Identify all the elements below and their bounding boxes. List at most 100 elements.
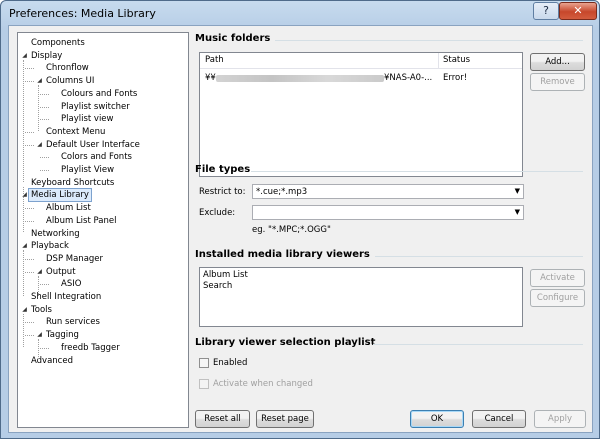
- viewers-heading: Installed media library viewers: [195, 249, 370, 260]
- restrict-to-value: *.cue;*.mp3: [256, 187, 308, 197]
- tree-item-label: freedb Tagger: [61, 342, 120, 353]
- tree-connector: [25, 258, 34, 260]
- tree-item[interactable]: Album List Panel: [35, 215, 118, 227]
- help-button[interactable]: ?: [533, 2, 559, 20]
- tree-item[interactable]: ◢ Default User Interface: [35, 139, 142, 151]
- tree-item[interactable]: ◢ Media Library: [20, 188, 92, 203]
- expand-arrow-icon[interactable]: ◢: [35, 139, 44, 151]
- selection-playlist-separator: [373, 344, 583, 345]
- tree-item-label: Components: [31, 38, 85, 48]
- tree-item[interactable]: Chronflow: [35, 62, 91, 74]
- chevron-down-icon[interactable]: ▼: [515, 208, 520, 216]
- tree-guide-line: [38, 85, 39, 131]
- exclude-example-hint: eg. "*.MPC;*.OGG": [252, 225, 331, 235]
- column-header-path[interactable]: Path: [205, 55, 224, 65]
- activate-when-changed-label[interactable]: Activate when changed: [213, 379, 313, 389]
- tree-item[interactable]: Playlist view: [50, 113, 116, 125]
- tree-connector: [25, 322, 34, 324]
- tree-item[interactable]: ◢ Tagging: [35, 329, 81, 341]
- list-item[interactable]: Search: [203, 281, 232, 291]
- tree-guide-line: [23, 250, 24, 296]
- tree-item-label: Album List Panel: [46, 215, 117, 226]
- tree-item-label: Columns UI: [46, 76, 95, 87]
- tree-item[interactable]: Playlist View: [50, 164, 116, 176]
- expand-arrow-icon[interactable]: ◢: [20, 240, 29, 252]
- tree-item[interactable]: Advanced: [20, 355, 75, 367]
- tree-item-label: Playlist View: [61, 165, 115, 175]
- tree-item[interactable]: DSP Manager: [35, 253, 105, 265]
- close-button[interactable]: ✕: [559, 2, 597, 20]
- chevron-down-icon[interactable]: ▼: [515, 187, 520, 195]
- tree-item-label: Keyboard Shortcuts: [31, 177, 115, 188]
- activate-when-changed-checkbox[interactable]: [199, 379, 209, 389]
- column-header-status[interactable]: Status: [443, 55, 470, 65]
- tree-item-label: Context Menu: [46, 126, 106, 137]
- tree-item-label: Display: [31, 50, 63, 61]
- expand-arrow-icon[interactable]: ◢: [35, 329, 44, 341]
- file-types-separator: [251, 171, 583, 172]
- tree-item[interactable]: ◢ Tools: [20, 304, 54, 316]
- cancel-button[interactable]: Cancel: [472, 410, 526, 428]
- path-cell-suffix: ¥NAS-A0-...: [384, 73, 433, 83]
- expand-arrow-icon[interactable]: ◢: [35, 266, 44, 278]
- preferences-tree[interactable]: Components ◢ Display Chronflow ◢ Columns UI Co…: [17, 32, 189, 428]
- title-bar[interactable]: Preferences: Media Library ? ✕: [1, 1, 599, 25]
- add-folder-button[interactable]: Add...: [530, 53, 585, 71]
- tree-guide-line: [23, 186, 24, 233]
- tree-item[interactable]: Playlist switcher: [50, 101, 132, 113]
- tree-item-label: Colors and Fonts: [61, 152, 132, 163]
- tree-connector: [25, 144, 34, 146]
- expand-arrow-icon[interactable]: ◢: [20, 304, 29, 316]
- tree-connector: [40, 119, 49, 121]
- tree-item[interactable]: Colors and Fonts: [50, 151, 134, 163]
- status-cell: Error!: [443, 73, 468, 83]
- expand-arrow-icon[interactable]: ◢: [20, 189, 29, 201]
- tree-connector: [40, 284, 49, 286]
- tree-item[interactable]: Keyboard Shortcuts: [20, 177, 116, 189]
- music-folders-list[interactable]: Path Status ¥¥ ¥NAS-A0-... Error!: [199, 52, 523, 177]
- tree-item[interactable]: Components: [20, 37, 87, 49]
- reset-all-button[interactable]: Reset all: [195, 410, 250, 428]
- tree-item[interactable]: ◢ Output: [35, 266, 78, 278]
- ok-button[interactable]: OK: [410, 410, 464, 428]
- tree-connector: [40, 170, 49, 171]
- tree-connector: [25, 208, 34, 210]
- tree-item[interactable]: Album List: [35, 202, 93, 214]
- tree-item[interactable]: ◢ Display: [20, 50, 64, 62]
- reset-page-button[interactable]: Reset page: [256, 410, 314, 428]
- tree-item[interactable]: Colours and Fonts: [50, 88, 139, 100]
- activate-viewer-button[interactable]: Activate: [530, 269, 585, 287]
- path-cell-prefix: ¥¥: [205, 73, 216, 83]
- apply-button[interactable]: Apply: [534, 410, 586, 428]
- tree-item[interactable]: Networking: [20, 228, 82, 240]
- dialog-client-area: Components ◢ Display Chronflow ◢ Columns UI Co…: [8, 25, 593, 433]
- viewers-list[interactable]: Album List Search: [199, 267, 523, 327]
- list-item[interactable]: Album List: [203, 270, 248, 280]
- tree-item[interactable]: freedb Tagger: [50, 342, 122, 354]
- configure-viewer-button[interactable]: Configure: [530, 289, 585, 307]
- tree-item-label: DSP Manager: [46, 253, 104, 264]
- tree-connector: [25, 131, 34, 133]
- tree-item-label: Album List: [46, 203, 91, 214]
- enabled-checkbox[interactable]: [199, 358, 209, 368]
- expand-arrow-icon[interactable]: ◢: [35, 75, 44, 87]
- enabled-label[interactable]: Enabled: [213, 358, 247, 368]
- remove-folder-button[interactable]: Remove: [530, 73, 585, 91]
- tree-guide-line: [23, 59, 24, 182]
- tree-item[interactable]: Run services: [35, 316, 102, 328]
- tree-item[interactable]: ◢ Columns UI: [35, 75, 96, 87]
- tree-item[interactable]: Shell Integration: [20, 291, 103, 303]
- exclude-combo[interactable]: ▼: [252, 205, 524, 220]
- column-separator[interactable]: [438, 53, 439, 69]
- tree-connector: [40, 347, 49, 349]
- tree-connector: [40, 106, 49, 108]
- tree-item[interactable]: ASIO: [50, 278, 83, 290]
- preferences-window: Preferences: Media Library ? ✕ Component…: [0, 0, 600, 439]
- tree-item[interactable]: ◢ Playback: [20, 240, 71, 252]
- viewers-separator: [375, 256, 583, 257]
- tree-item-label: Playlist switcher: [61, 101, 130, 112]
- restrict-to-label: Restrict to:: [199, 187, 246, 197]
- expand-arrow-icon[interactable]: ◢: [20, 50, 29, 62]
- restrict-to-combo[interactable]: *.cue;*.mp3 ▼: [252, 184, 524, 199]
- tree-item[interactable]: Context Menu: [35, 126, 107, 138]
